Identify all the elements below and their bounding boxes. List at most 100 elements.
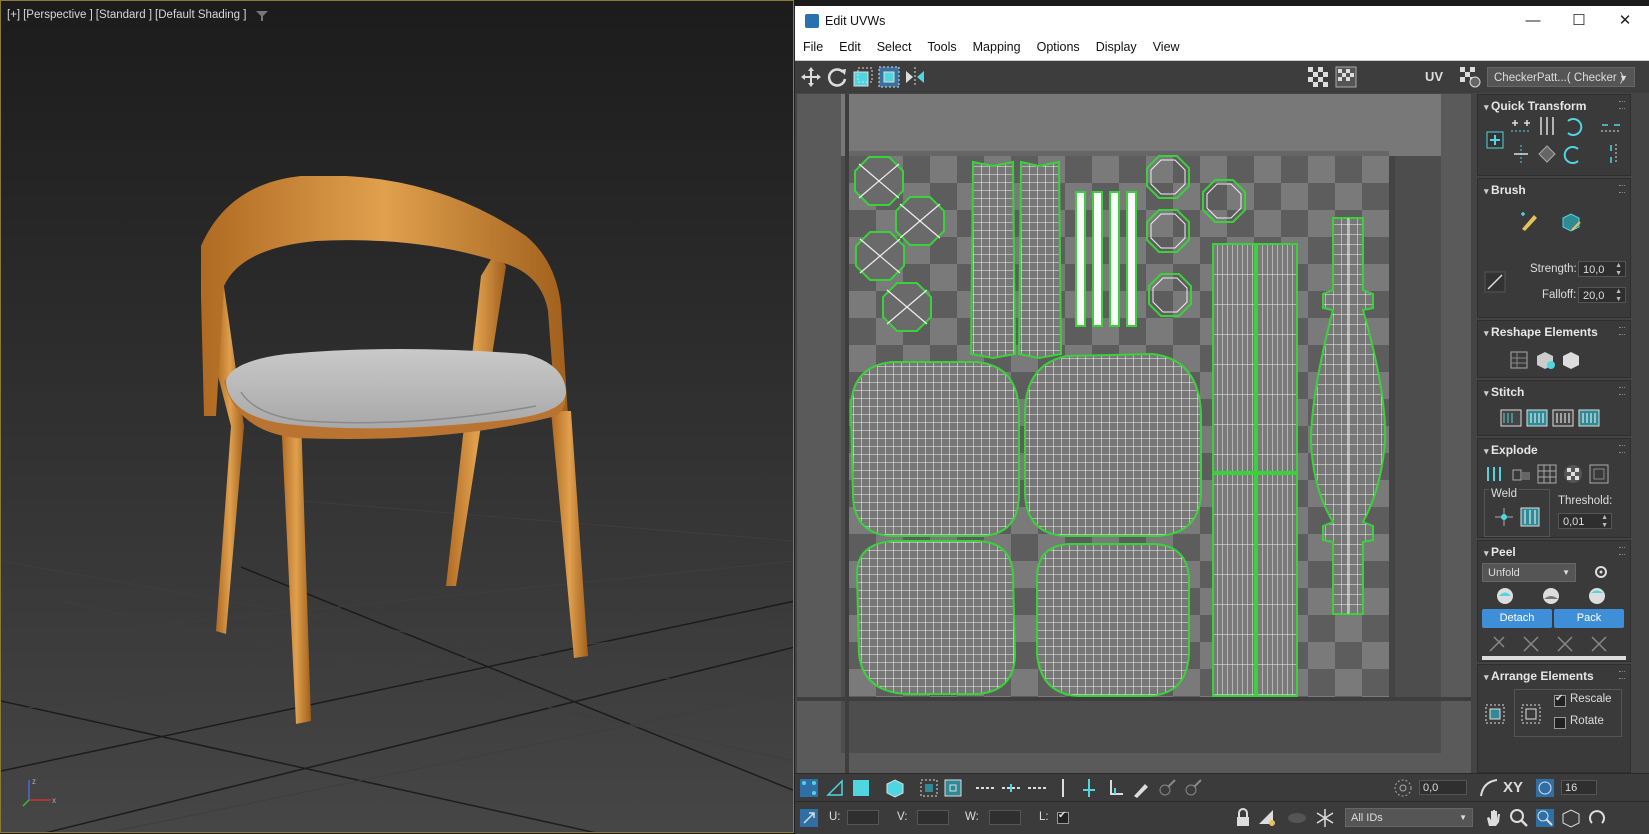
set-pivot-icon[interactable] bbox=[1484, 129, 1506, 151]
zoom-region-icon[interactable] bbox=[1535, 808, 1555, 828]
rotate-checkbox[interactable] bbox=[1554, 717, 1566, 729]
pin-vertex-icon[interactable] bbox=[1486, 633, 1508, 655]
align-horizontal-icon[interactable] bbox=[1510, 115, 1532, 137]
relax-brush-icon[interactable] bbox=[1560, 211, 1582, 233]
stitch-custom-icon[interactable] bbox=[1500, 407, 1522, 429]
menu-display[interactable]: Display bbox=[1088, 36, 1145, 58]
chair-model[interactable] bbox=[196, 176, 616, 776]
menu-view[interactable]: View bbox=[1145, 36, 1188, 58]
move-icon[interactable] bbox=[800, 66, 822, 88]
eye-icon[interactable] bbox=[1287, 808, 1307, 828]
soft-selection-curve-icon[interactable] bbox=[1479, 778, 1499, 798]
menu-file[interactable]: File bbox=[795, 36, 831, 58]
spinner-arrows-icon[interactable]: ▲ ▼ bbox=[1615, 262, 1622, 278]
absolute-offset-icon[interactable] bbox=[799, 808, 819, 828]
paint-grow-icon[interactable] bbox=[1157, 778, 1177, 798]
maximize-button[interactable]: ☐ bbox=[1556, 6, 1602, 36]
show-map-icon[interactable] bbox=[1335, 66, 1357, 88]
peel-mode-icon[interactable] bbox=[1540, 585, 1562, 607]
detach-edge-icon[interactable] bbox=[1510, 463, 1532, 485]
viewport-label[interactable]: [+] [Perspective ] [Standard ] [Default Sha… bbox=[7, 9, 249, 21]
menu-options[interactable]: Options bbox=[1029, 36, 1088, 58]
pan-hand-icon[interactable] bbox=[1483, 808, 1503, 828]
flatten-icon[interactable] bbox=[1588, 463, 1610, 485]
freeze-icon[interactable] bbox=[1315, 808, 1335, 828]
mirror-icon[interactable] bbox=[904, 66, 926, 88]
break-icon[interactable] bbox=[1484, 463, 1506, 485]
point-to-point-icon[interactable] bbox=[1079, 778, 1099, 798]
ring-select-icon[interactable] bbox=[1027, 778, 1047, 798]
reshape-title[interactable]: Reshape Elements bbox=[1484, 325, 1598, 339]
freeform-icon[interactable] bbox=[878, 66, 900, 88]
rotate-ccw-icon[interactable] bbox=[1562, 115, 1584, 137]
scale-icon[interactable] bbox=[852, 66, 874, 88]
lock-icon[interactable] bbox=[1233, 808, 1253, 828]
space-horizontal-icon[interactable] bbox=[1600, 115, 1622, 137]
u-field[interactable] bbox=[847, 810, 879, 825]
viewport-label-plus[interactable]: [+] bbox=[7, 9, 20, 21]
zoom-extents-icon[interactable] bbox=[1561, 808, 1581, 828]
quick-peel-icon[interactable] bbox=[1494, 585, 1516, 607]
stitch-to-source-icon[interactable] bbox=[1526, 407, 1548, 429]
unpin-edges-icon[interactable] bbox=[1588, 633, 1610, 655]
falloff-spinner[interactable]: 20,0 ▲ ▼ bbox=[1578, 287, 1626, 303]
close-button[interactable]: ✕ bbox=[1602, 6, 1648, 36]
brush-title[interactable]: Brush bbox=[1484, 183, 1526, 197]
peel-title[interactable]: Peel bbox=[1484, 545, 1516, 559]
ring-grow-icon[interactable] bbox=[1053, 778, 1073, 798]
align-vertical-icon[interactable] bbox=[1536, 115, 1558, 137]
relax-icon[interactable] bbox=[1534, 349, 1556, 371]
rotate-view-icon[interactable] bbox=[1587, 808, 1607, 828]
uv-axis-label[interactable]: UV bbox=[1425, 69, 1443, 84]
perspective-viewport[interactable]: [+] [Perspective ] [Standard ] [Default Sha… bbox=[0, 0, 794, 833]
stitch-title[interactable]: Stitch bbox=[1484, 385, 1524, 399]
angle-spinner[interactable]: 0,0 bbox=[1419, 780, 1467, 795]
spinner-arrows-icon[interactable]: ▲ ▼ bbox=[1615, 288, 1622, 304]
peel-settings-icon[interactable] bbox=[1590, 561, 1612, 583]
grid-snap-icon[interactable] bbox=[1535, 778, 1555, 798]
align-to-edge-icon[interactable] bbox=[1510, 143, 1532, 165]
grid-size-spinner[interactable]: 16 bbox=[1561, 780, 1597, 795]
strength-spinner[interactable]: 10,0 ▲ ▼ bbox=[1578, 261, 1626, 277]
loop-grow-icon[interactable] bbox=[1001, 778, 1021, 798]
unpin-vertex-icon[interactable] bbox=[1520, 633, 1542, 655]
shrink-select-icon[interactable] bbox=[943, 778, 963, 798]
uv-layout[interactable] bbox=[797, 94, 1471, 773]
peel-reset-icon[interactable] bbox=[1586, 585, 1608, 607]
v-field[interactable] bbox=[917, 810, 949, 825]
ids-dropdown[interactable]: All IDs ▼ bbox=[1345, 808, 1473, 827]
space-vertical-icon[interactable] bbox=[1600, 143, 1622, 165]
lock-l-checkbox[interactable] bbox=[1057, 810, 1069, 824]
viewport-label-standard[interactable]: [Standard ] bbox=[96, 9, 152, 21]
angle-snap-icon[interactable] bbox=[1393, 778, 1413, 798]
minimize-button[interactable]: — bbox=[1510, 6, 1556, 36]
hide-icon[interactable] bbox=[1257, 808, 1277, 828]
loop-select-icon[interactable] bbox=[975, 778, 995, 798]
xy-axis-toggle[interactable]: XY bbox=[1503, 779, 1523, 796]
stitch-average-icon[interactable] bbox=[1552, 407, 1574, 429]
explode-title[interactable]: Explode bbox=[1484, 443, 1538, 457]
spinner-arrows-icon[interactable]: ▲ ▼ bbox=[1601, 514, 1608, 530]
relax-settings-icon[interactable] bbox=[1560, 349, 1582, 371]
threshold-spinner[interactable]: 0,01 ▲ ▼ bbox=[1558, 513, 1612, 529]
detach-button[interactable]: Detach bbox=[1482, 609, 1552, 628]
quick-transform-title[interactable]: Quick Transform bbox=[1484, 99, 1586, 113]
viewport-label-view[interactable]: [Perspective ] bbox=[23, 9, 93, 21]
straighten-selection-icon[interactable] bbox=[1508, 349, 1530, 371]
explode-grid-icon[interactable] bbox=[1536, 463, 1558, 485]
texture-dropdown[interactable]: CheckerPatt...( Checker ) ▼ bbox=[1487, 67, 1635, 87]
rotate-cw-icon[interactable] bbox=[1562, 143, 1584, 165]
menu-edit[interactable]: Edit bbox=[831, 36, 869, 58]
menu-mapping[interactable]: Mapping bbox=[965, 36, 1029, 58]
element-select-icon[interactable] bbox=[885, 778, 905, 798]
rotate-icon[interactable] bbox=[826, 66, 848, 88]
paint-brush-icon[interactable] bbox=[1518, 211, 1540, 233]
grow-select-icon[interactable] bbox=[919, 778, 939, 798]
face-select-icon[interactable] bbox=[851, 778, 871, 798]
vertex-select-icon[interactable] bbox=[799, 778, 819, 798]
checker-toggle-icon[interactable] bbox=[1307, 66, 1329, 88]
texture-options-icon[interactable] bbox=[1459, 66, 1481, 88]
filter-icon[interactable] bbox=[256, 10, 268, 22]
rescale-checkbox[interactable] bbox=[1554, 693, 1566, 707]
pack-together-icon[interactable] bbox=[1520, 703, 1542, 725]
